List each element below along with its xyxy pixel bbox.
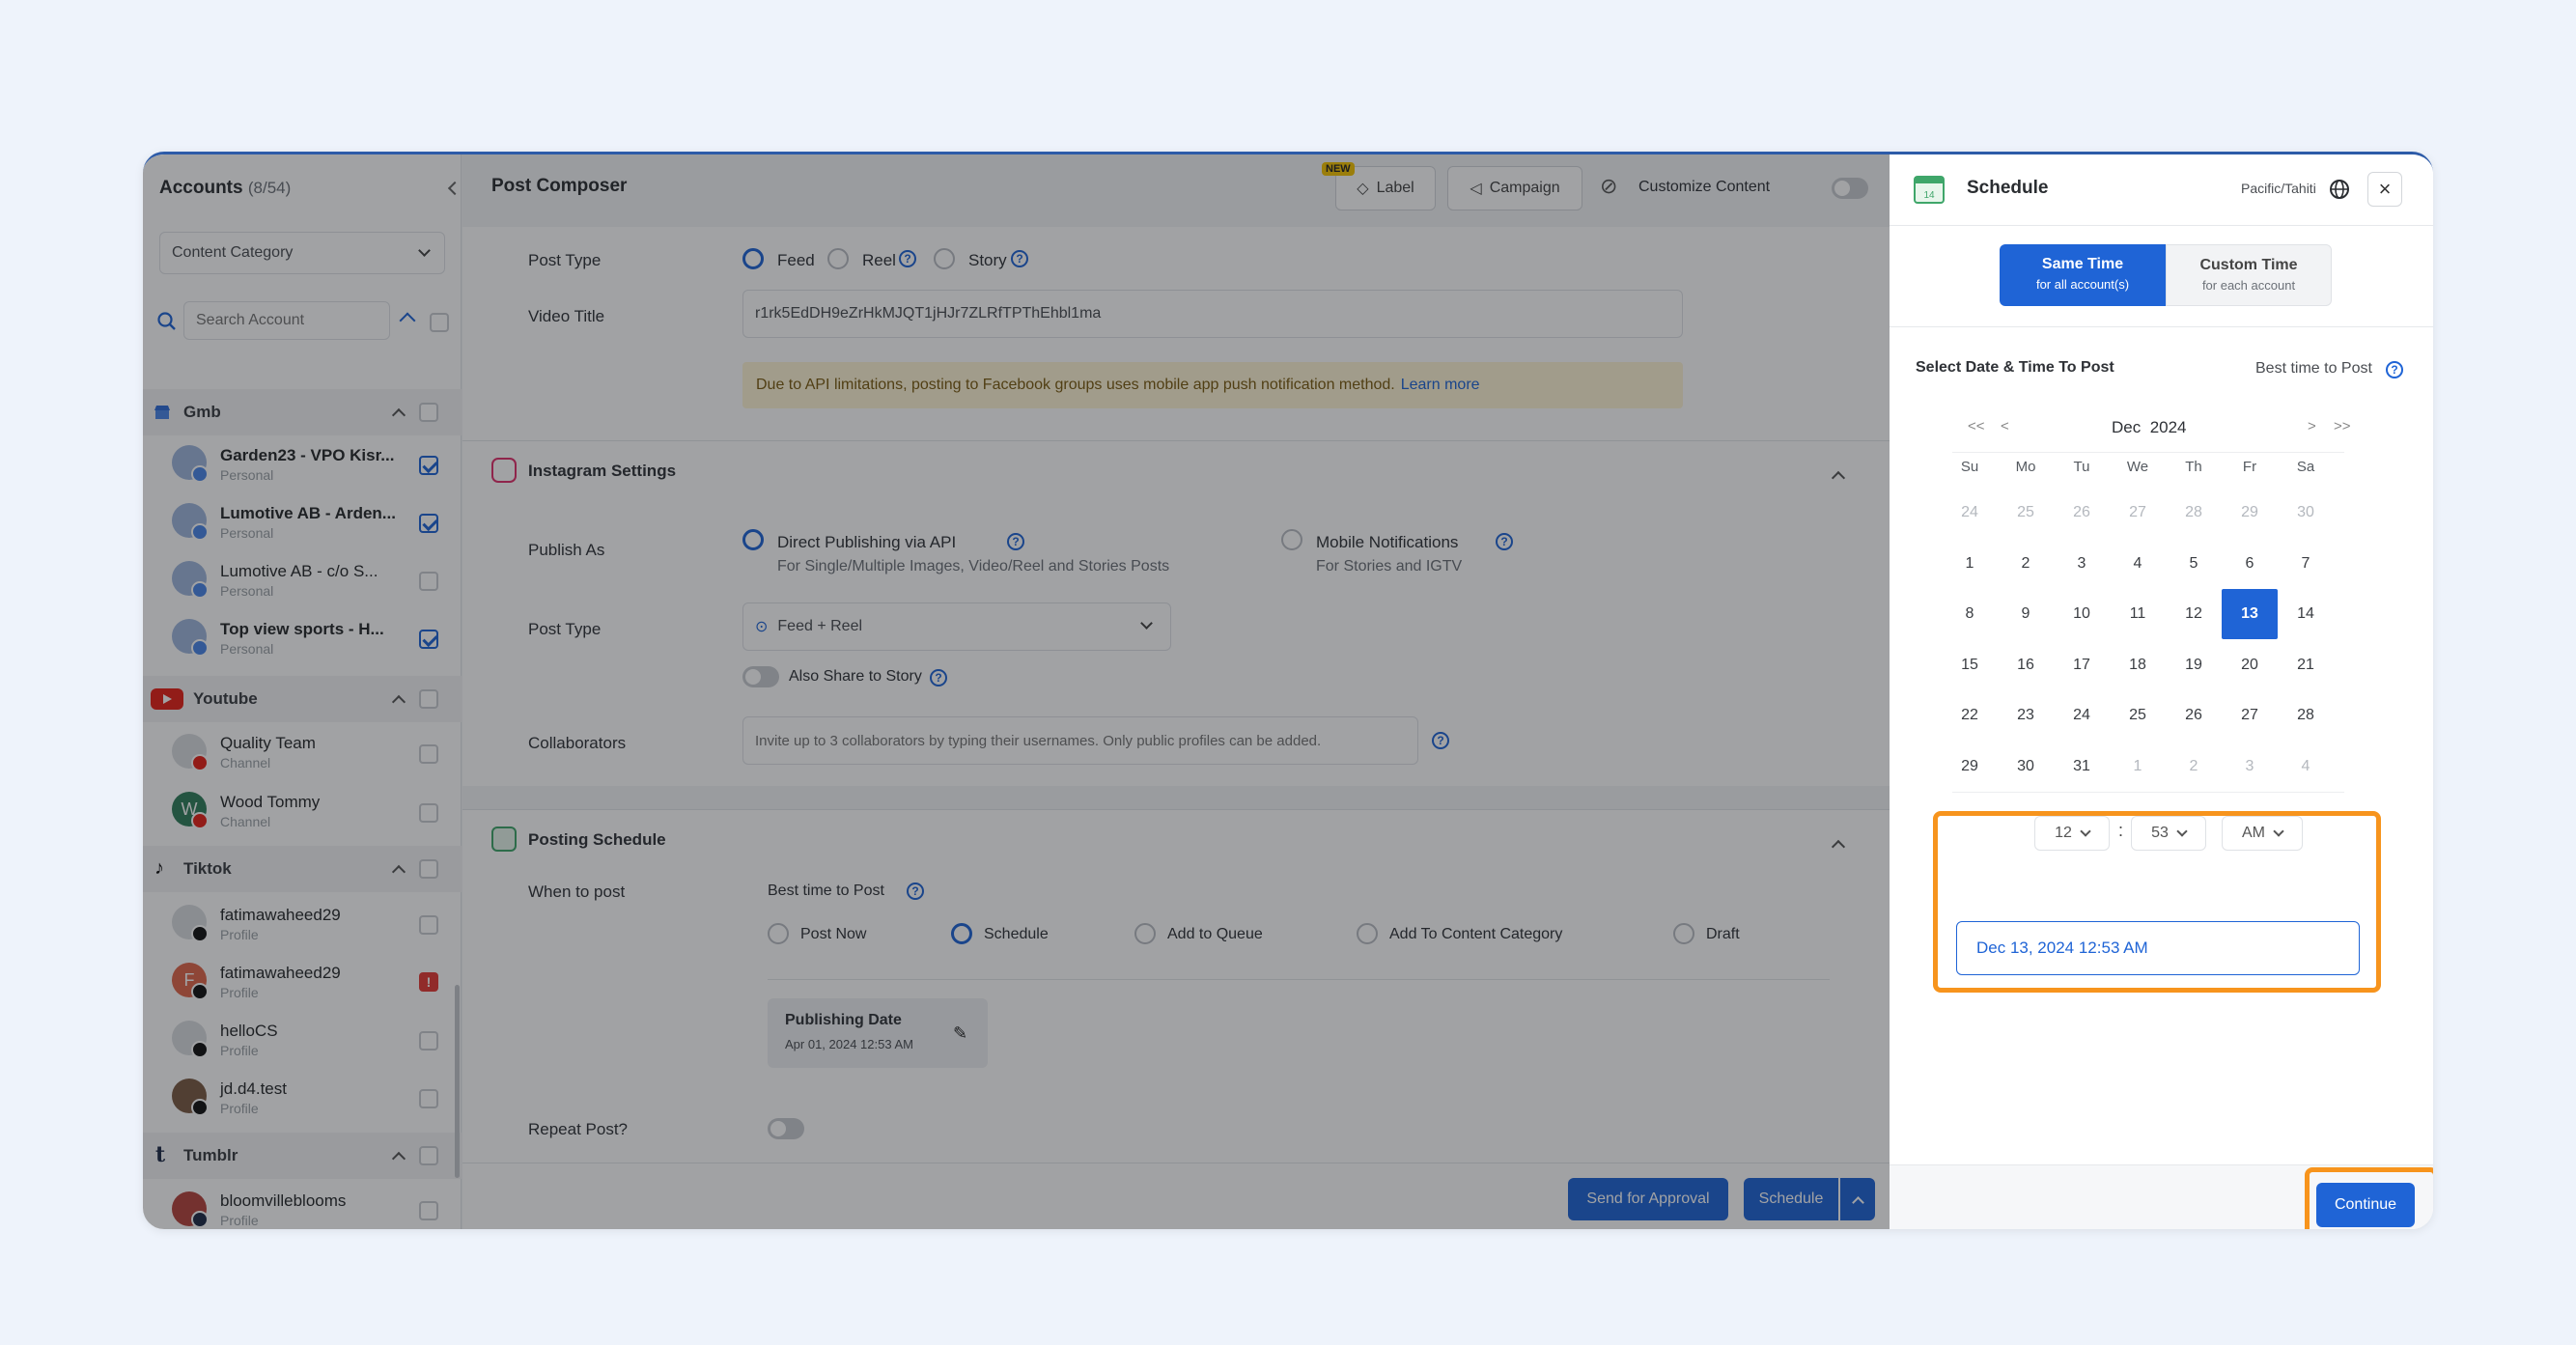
meridiem-select[interactable]: AM (2222, 816, 2303, 851)
timezone-label[interactable]: Pacific/Tahiti (2241, 181, 2316, 196)
svg-text:14: 14 (1923, 190, 1935, 201)
calendar-day[interactable]: 26 (2054, 488, 2110, 538)
hour-select[interactable]: 12 (2034, 816, 2110, 851)
calendar-day[interactable]: 4 (2278, 742, 2334, 792)
calendar-day[interactable]: 2 (1998, 539, 2054, 589)
calendar-day[interactable]: 18 (2110, 640, 2166, 690)
calendar-day[interactable]: 25 (1998, 488, 2054, 538)
calendar-day[interactable]: 28 (2278, 690, 2334, 741)
minute-select[interactable]: 53 (2131, 816, 2206, 851)
calendar-day[interactable]: 27 (2110, 488, 2166, 538)
selected-datetime-value: Dec 13, 2024 12:53 AM (1976, 939, 2148, 957)
calendar-day[interactable]: 24 (2054, 690, 2110, 741)
calendar-year: 2024 (2149, 418, 2187, 436)
globe-icon[interactable] (2329, 179, 2350, 200)
same-time-title: Same Time (2041, 256, 2124, 272)
prev-month-icon[interactable]: < (2001, 418, 2009, 434)
schedule-title: Schedule (1967, 178, 2049, 198)
chevron-down-icon (2273, 825, 2284, 837)
calendar-day[interactable]: 7 (2278, 539, 2334, 589)
calendar-day[interactable]: 26 (2166, 690, 2222, 741)
weekday-label: Th (2185, 459, 2202, 475)
calendar-day[interactable]: 1 (2110, 742, 2166, 792)
calendar-day[interactable]: 27 (2222, 690, 2278, 741)
calendar-day[interactable]: 29 (2222, 488, 2278, 538)
calendar-day[interactable]: 22 (1942, 690, 1998, 741)
divider (1890, 326, 2433, 327)
time-separator: : (2118, 821, 2124, 840)
selected-datetime-field[interactable]: Dec 13, 2024 12:53 AM (1956, 921, 2360, 975)
weekday-label: We (2126, 459, 2149, 475)
minute-value: 53 (2151, 825, 2169, 841)
calendar-day[interactable]: 3 (2054, 539, 2110, 589)
next-month-icon[interactable]: > (2308, 418, 2316, 434)
weekday-label: Sa (2296, 459, 2315, 475)
calendar-day[interactable]: 31 (2054, 742, 2110, 792)
calendar-day-selected[interactable]: 13 (2222, 589, 2278, 639)
select-date-time-label: Select Date & Time To Post (1916, 359, 2114, 376)
calendar-day[interactable]: 8 (1942, 589, 1998, 639)
calendar-day[interactable]: 29 (1942, 742, 1998, 792)
calendar-day[interactable]: 15 (1942, 640, 1998, 690)
calendar-day[interactable]: 3 (2222, 742, 2278, 792)
calendar-day[interactable]: 19 (2166, 640, 2222, 690)
divider (1952, 452, 2344, 453)
calendar-day[interactable]: 9 (1998, 589, 2054, 639)
calendar-day[interactable]: 1 (1942, 539, 1998, 589)
chevron-down-icon (2080, 825, 2091, 837)
prev-year-icon[interactable]: << (1968, 418, 1985, 434)
best-time-label[interactable]: Best time to Post (2255, 360, 2372, 378)
next-year-icon[interactable]: >> (2334, 418, 2351, 434)
calendar-day[interactable]: 11 (2110, 589, 2166, 639)
calendar-day[interactable]: 25 (2110, 690, 2166, 741)
calendar-day[interactable]: 6 (2222, 539, 2278, 589)
custom-time-title: Custom Time (2199, 257, 2298, 273)
app-window: Accounts (8/54) Content Category Gmb Gar… (143, 152, 2433, 1229)
calendar-day[interactable]: 4 (2110, 539, 2166, 589)
close-icon[interactable]: × (2367, 172, 2402, 207)
calendar-day[interactable]: 10 (2054, 589, 2110, 639)
calendar-day[interactable]: 16 (1998, 640, 2054, 690)
custom-time-sub: for each account (2201, 278, 2296, 293)
chevron-down-icon (2176, 825, 2188, 837)
calendar-day[interactable]: 12 (2166, 589, 2222, 639)
weekday-label: Su (1960, 459, 1979, 475)
continue-button[interactable]: Continue (2316, 1183, 2415, 1227)
modal-backdrop[interactable] (143, 154, 1890, 1229)
schedule-panel: 14 Schedule Pacific/Tahiti × Same Time f… (1890, 154, 2433, 1229)
meridiem-value: AM (2242, 825, 2265, 841)
weekday-label: Mo (2015, 459, 2036, 475)
calendar-day[interactable]: 20 (2222, 640, 2278, 690)
help-icon[interactable]: ? (2386, 361, 2403, 378)
calendar-month: Dec (2112, 418, 2142, 436)
weekday-label: Tu (2073, 459, 2090, 475)
calendar-day[interactable]: 2 (2166, 742, 2222, 792)
same-time-tab[interactable]: Same Time for all account(s) (2000, 244, 2166, 306)
custom-time-tab[interactable]: Custom Time for each account (2166, 244, 2332, 306)
continue-button-text: Continue (2334, 1196, 2397, 1213)
calendar-day[interactable]: 30 (2278, 488, 2334, 538)
calendar-day[interactable]: 30 (1998, 742, 2054, 792)
hour-value: 12 (2055, 825, 2072, 841)
calendar-day[interactable]: 5 (2166, 539, 2222, 589)
calendar-day[interactable]: 17 (2054, 640, 2110, 690)
calendar-month-year[interactable]: Dec 2024 (2112, 418, 2187, 437)
calendar-day[interactable]: 24 (1942, 488, 1998, 538)
divider (1952, 792, 2344, 793)
same-time-sub: for all account(s) (2035, 277, 2130, 292)
weekday-label: Fr (2242, 459, 2257, 475)
calendar-day[interactable]: 28 (2166, 488, 2222, 538)
calendar-icon: 14 (1914, 176, 1945, 204)
calendar-day[interactable]: 23 (1998, 690, 2054, 741)
calendar-day[interactable]: 14 (2278, 589, 2334, 639)
calendar-day[interactable]: 21 (2278, 640, 2334, 690)
